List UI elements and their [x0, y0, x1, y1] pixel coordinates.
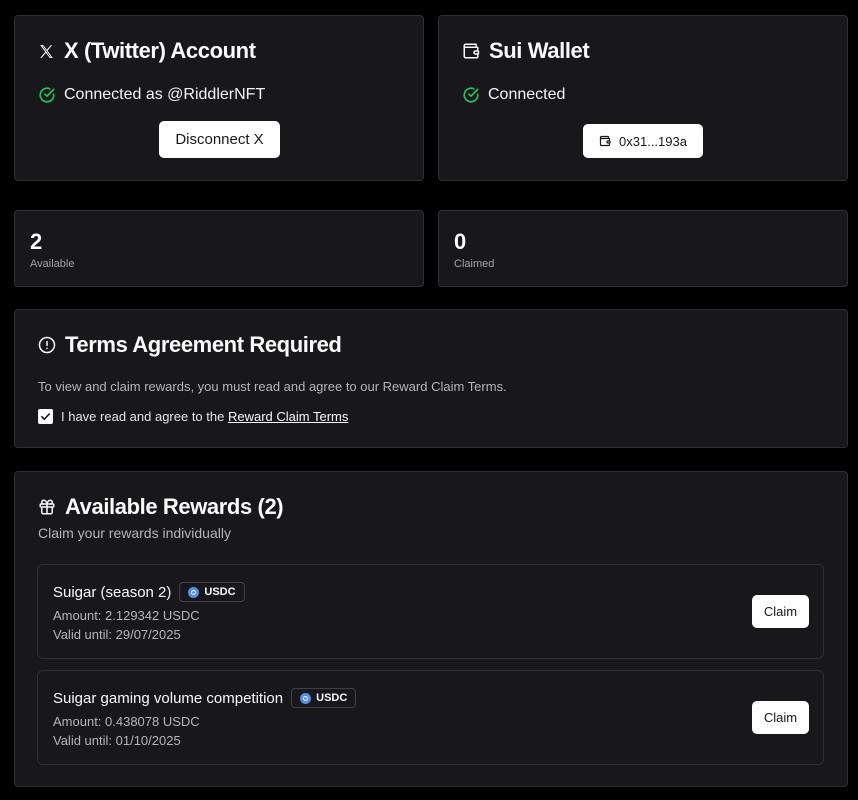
- usdc-coin-icon: [300, 692, 312, 704]
- reward-item: Suigar gaming volume competition USDC Am…: [37, 670, 824, 765]
- reward-title-row: Suigar (season 2) USDC: [53, 582, 245, 602]
- terms-card: Terms Agreement Required To view and cla…: [14, 309, 848, 448]
- rewards-title: Available Rewards (2): [38, 494, 284, 520]
- reward-valid-until: Valid until: 29/07/2025: [53, 627, 181, 642]
- reward-name: Suigar (season 2): [53, 583, 172, 601]
- sui-wallet-card: Sui Wallet Connected 0x31...193a: [438, 15, 848, 181]
- reward-title-row: Suigar gaming volume competition USDC: [53, 688, 357, 708]
- twitter-status: Connected as @RiddlerNFT: [38, 86, 265, 104]
- wallet-icon: [463, 43, 480, 59]
- terms-checkbox-label: I have read and agree to the: [61, 409, 228, 424]
- available-count: 2: [30, 229, 43, 254]
- wallet-address-text: 0x31...193a: [619, 133, 687, 149]
- checkmark-icon: [41, 413, 50, 421]
- wallet-card-title: Sui Wallet: [462, 38, 590, 64]
- rewards-card: Available Rewards (2) Claim your rewards…: [14, 471, 848, 787]
- terms-description: To view and claim rewards, you must read…: [38, 379, 507, 394]
- rewards-subtitle: Claim your rewards individually: [38, 525, 231, 541]
- x-logo-icon: [40, 44, 53, 58]
- check-circle-icon: [463, 87, 479, 103]
- check-circle-icon: [39, 87, 55, 103]
- claimed-label: Claimed: [454, 258, 495, 270]
- claim-button[interactable]: Claim: [752, 595, 809, 628]
- reward-claim-terms-link[interactable]: Reward Claim Terms: [228, 409, 348, 424]
- twitter-card-title: X (Twitter) Account: [38, 38, 256, 64]
- wallet-status-text: Connected: [488, 86, 566, 103]
- gift-icon: [39, 499, 55, 515]
- reward-valid-until: Valid until: 01/10/2025: [53, 733, 181, 748]
- wallet-address-button[interactable]: 0x31...193a: [583, 124, 703, 158]
- token-name: USDC: [204, 586, 236, 598]
- terms-title-text: Terms Agreement Required: [65, 332, 342, 357]
- twitter-status-text: Connected as @RiddlerNFT: [64, 86, 266, 103]
- reward-item: Suigar (season 2) USDC Amount: 2.129342 …: [37, 564, 824, 659]
- wallet-title-text: Sui Wallet: [489, 38, 590, 63]
- twitter-title-text: X (Twitter) Account: [64, 38, 256, 63]
- wallet-status: Connected: [462, 86, 565, 104]
- reward-name: Suigar gaming volume competition: [53, 689, 284, 707]
- terms-checkbox[interactable]: [38, 409, 53, 424]
- token-name: USDC: [316, 692, 348, 704]
- rewards-title-text: Available Rewards (2): [65, 494, 284, 519]
- alert-circle-icon: [38, 336, 56, 354]
- reward-amount: Amount: 0.438078 USDC: [53, 714, 200, 729]
- disconnect-x-button[interactable]: Disconnect X: [159, 121, 280, 158]
- claimed-stat-card: 0 Claimed: [438, 210, 848, 287]
- available-stat-card: 2 Available: [14, 210, 424, 287]
- token-badge: USDC: [179, 582, 245, 602]
- terms-title: Terms Agreement Required: [38, 332, 342, 358]
- claimed-count: 0: [454, 229, 467, 254]
- terms-agree-row: I have read and agree to the Reward Clai…: [38, 409, 348, 424]
- available-label: Available: [30, 258, 75, 270]
- claim-button[interactable]: Claim: [752, 701, 809, 734]
- token-badge: USDC: [291, 688, 357, 708]
- twitter-account-card: X (Twitter) Account Connected as @Riddle…: [14, 15, 424, 181]
- usdc-coin-icon: [188, 586, 200, 598]
- reward-amount: Amount: 2.129342 USDC: [53, 608, 200, 623]
- wallet-icon: [599, 135, 611, 147]
